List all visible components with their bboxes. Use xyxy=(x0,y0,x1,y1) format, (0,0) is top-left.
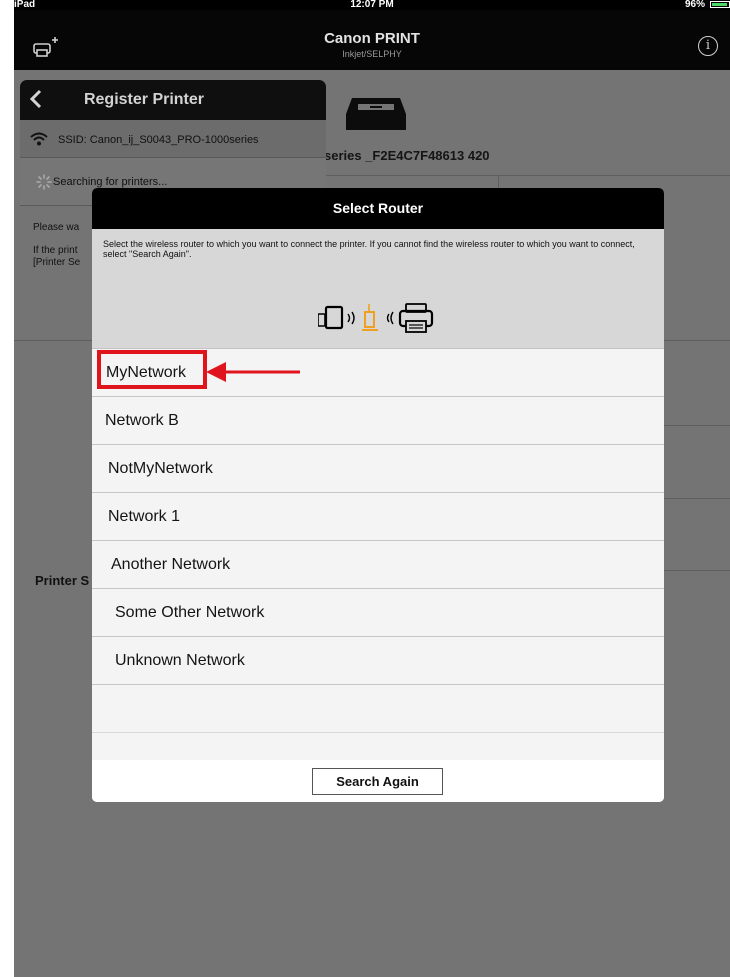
divider xyxy=(664,425,730,426)
dialog-header: Select Router xyxy=(92,188,664,229)
divider xyxy=(498,175,499,189)
router-item-unknown-network[interactable]: Unknown Network xyxy=(92,637,664,685)
info-icon[interactable]: i xyxy=(698,36,718,56)
divider xyxy=(326,175,730,176)
router-name: Network B xyxy=(105,412,179,429)
panel-title: Register Printer xyxy=(83,91,205,108)
printer-icon xyxy=(346,98,406,130)
router-name: Some Other Network xyxy=(115,604,265,621)
router-item-empty[interactable] xyxy=(92,685,664,733)
dialog-description: Select the wireless router to which you … xyxy=(103,239,635,259)
router-item-network-1[interactable]: Network 1 xyxy=(92,493,664,541)
router-item-another-network[interactable]: Another Network xyxy=(92,541,664,589)
spinner-icon xyxy=(36,174,52,190)
highlight-box xyxy=(97,350,207,389)
select-router-dialog: Select Router Select the wireless router… xyxy=(92,188,664,802)
printer-settings-label: Printer S xyxy=(35,573,90,588)
please-wait-text: Please wa xyxy=(33,222,80,233)
printer-name: 420 series _F2E4C7F48613 xyxy=(324,148,490,163)
router-name: Network 1 xyxy=(108,508,181,525)
app-subtitle: Inkjet/SELPHY xyxy=(342,49,402,59)
router-item-some-other-network[interactable]: Some Other Network xyxy=(92,589,664,637)
panel-header: Register Printer xyxy=(20,80,326,120)
router-item-network-b[interactable]: Network B xyxy=(92,397,664,445)
divider xyxy=(664,570,730,571)
app-title: Canon PRINT xyxy=(324,30,420,47)
router-name: Unknown Network xyxy=(115,652,245,669)
status-bar: iPad 12:07 PM 96% xyxy=(14,0,730,10)
battery-percent: 96% xyxy=(684,0,705,10)
searching-label: Searching for printers... xyxy=(53,176,168,188)
router-name: Another Network xyxy=(111,556,231,573)
clock: 12:07 PM xyxy=(350,0,394,10)
router-item-empty[interactable] xyxy=(92,733,664,760)
router-name: NotMyNetwork xyxy=(108,460,213,477)
dialog-title: Select Router xyxy=(332,200,424,216)
dialog-footer: Search Again xyxy=(92,760,664,802)
divider xyxy=(664,498,730,499)
battery-icon xyxy=(710,1,730,8)
app-header: Canon PRINT Inkjet/SELPHY i xyxy=(14,10,730,70)
instruction-text: If the print [Printer Se xyxy=(33,245,81,268)
red-arrow-icon xyxy=(206,362,300,382)
search-again-button[interactable]: Search Again xyxy=(312,768,443,795)
wifi-icon xyxy=(30,132,48,146)
ssid-label: SSID: Canon_ij_S0043_PRO-1000series xyxy=(58,134,259,146)
router-item-notmynetwork[interactable]: NotMyNetwork xyxy=(92,445,664,493)
ssid-row: SSID: Canon_ij_S0043_PRO-1000series xyxy=(20,120,326,158)
dialog-intro: Select the wireless router to which you … xyxy=(92,229,664,349)
connection-diagram-icon xyxy=(318,303,434,333)
